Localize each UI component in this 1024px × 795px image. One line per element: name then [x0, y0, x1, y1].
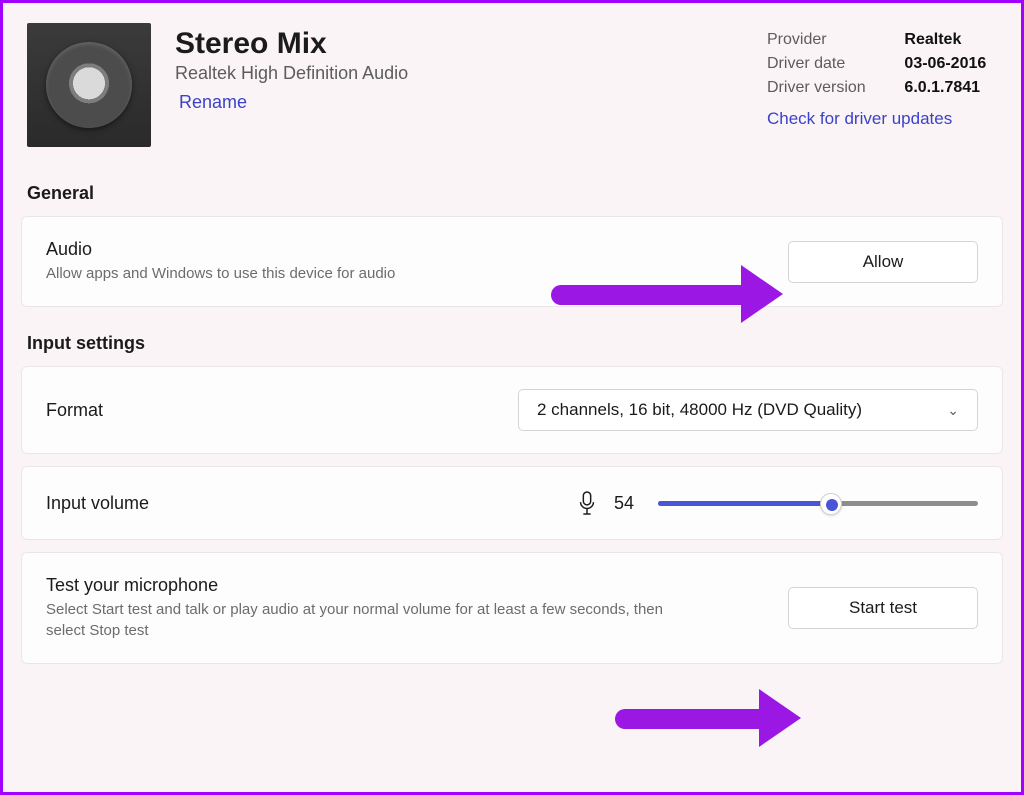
- audio-permission-card: Audio Allow apps and Windows to use this…: [21, 216, 1003, 307]
- audio-desc: Allow apps and Windows to use this devic…: [46, 264, 395, 284]
- format-dropdown[interactable]: 2 channels, 16 bit, 48000 Hz (DVD Qualit…: [518, 389, 978, 431]
- allow-button[interactable]: Allow: [788, 241, 978, 283]
- input-volume-value: 54: [614, 493, 642, 514]
- rename-link[interactable]: Rename: [179, 92, 247, 113]
- microphone-icon: [576, 489, 598, 517]
- device-subtitle: Realtek High Definition Audio: [175, 63, 743, 84]
- section-title-general: General: [27, 183, 1003, 204]
- start-test-button[interactable]: Start test: [788, 587, 978, 629]
- device-title: Stereo Mix: [175, 27, 743, 61]
- driver-version-label: Driver version: [767, 79, 876, 97]
- driver-version-value: 6.0.1.7841: [904, 79, 997, 97]
- annotation-arrow-icon: [615, 703, 801, 733]
- format-label: Format: [46, 400, 103, 421]
- provider-value: Realtek: [904, 31, 997, 49]
- input-volume-label: Input volume: [46, 493, 149, 514]
- test-mic-desc: Select Start test and talk or play audio…: [46, 600, 686, 641]
- provider-label: Provider: [767, 31, 876, 49]
- input-volume-slider[interactable]: [658, 493, 978, 513]
- test-mic-card: Test your microphone Select Start test a…: [21, 552, 1003, 664]
- audio-label: Audio: [46, 239, 395, 260]
- driver-date-value: 03-06-2016: [904, 55, 997, 73]
- format-card: Format 2 channels, 16 bit, 48000 Hz (DVD…: [21, 366, 1003, 454]
- device-icon: [27, 23, 151, 147]
- input-volume-card: Input volume 54: [21, 466, 1003, 540]
- check-driver-updates-link[interactable]: Check for driver updates: [767, 109, 997, 129]
- driver-date-label: Driver date: [767, 55, 876, 73]
- chevron-down-icon: ⌄: [947, 402, 959, 419]
- speaker-icon: [46, 42, 132, 128]
- format-value: 2 channels, 16 bit, 48000 Hz (DVD Qualit…: [537, 400, 862, 420]
- section-title-input: Input settings: [27, 333, 1003, 354]
- test-mic-label: Test your microphone: [46, 575, 686, 596]
